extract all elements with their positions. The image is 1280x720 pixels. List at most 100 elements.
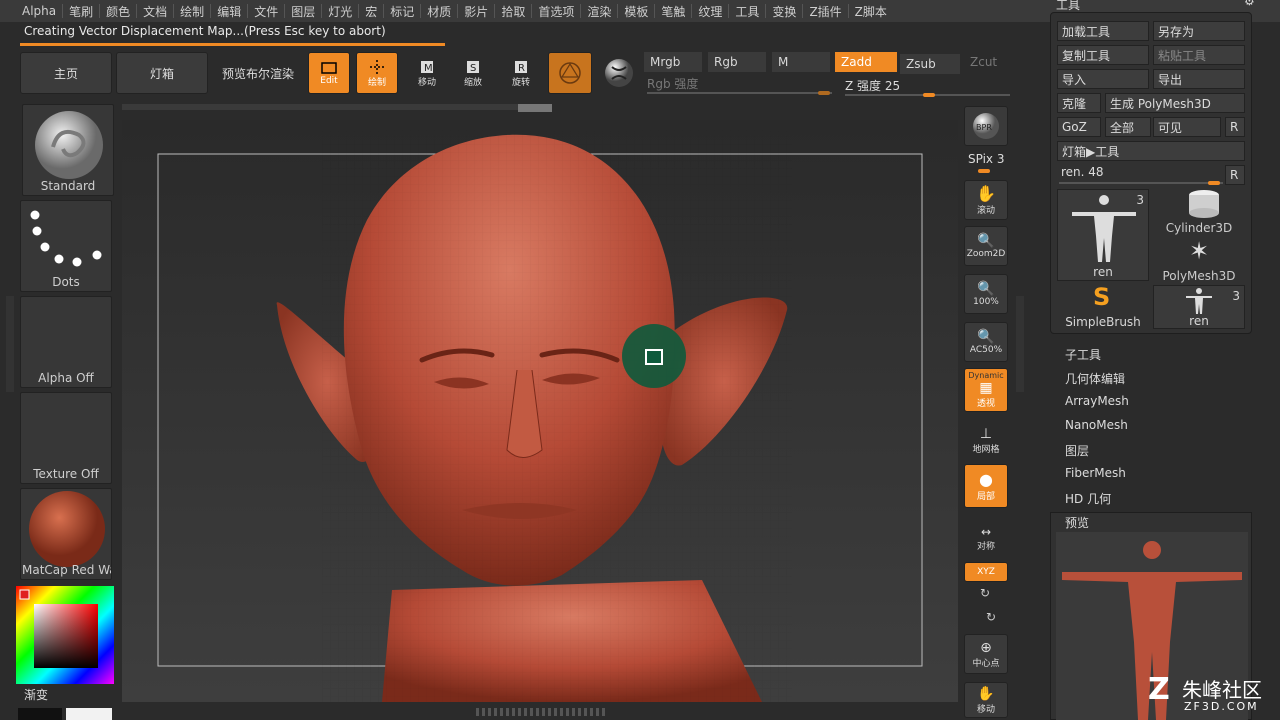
alpha-slot[interactable]: Alpha Off xyxy=(20,296,112,388)
save-as-button[interactable]: 另存为 xyxy=(1153,21,1245,41)
tool-thumb-ren-2[interactable]: 3 ren xyxy=(1153,285,1245,329)
subpanel-item[interactable]: NanoMesh xyxy=(1065,418,1128,432)
canvas-viewport[interactable] xyxy=(122,120,958,702)
ac50-button[interactable]: 🔍 AC50% xyxy=(964,322,1008,362)
zcut-button[interactable]: Zcut xyxy=(964,52,1003,72)
menu-item[interactable]: 编辑 xyxy=(211,3,247,20)
m-button[interactable]: M xyxy=(772,52,830,72)
subpanel-item[interactable]: FiberMesh xyxy=(1065,466,1126,480)
center-button[interactable]: ⊕ 中心点 xyxy=(964,634,1008,674)
subpanel-item[interactable]: HD 几何 xyxy=(1065,490,1111,507)
subpanel-item[interactable]: 子工具 xyxy=(1065,346,1101,363)
bottom-scroll-handle[interactable] xyxy=(476,708,606,716)
preview-render-button[interactable]: 预览布尔渲染 xyxy=(212,52,304,94)
color-picker[interactable] xyxy=(16,586,114,684)
draw-button[interactable]: 绘制 xyxy=(356,52,398,94)
tool-thumb-simplebrush[interactable]: S SimpleBrush xyxy=(1057,283,1149,329)
subpanel-item[interactable]: ArrayMesh xyxy=(1065,394,1129,408)
secondary-color-swatch[interactable] xyxy=(66,708,112,720)
menu-item[interactable]: Alpha xyxy=(16,4,62,18)
menu-item[interactable]: 笔刷 xyxy=(63,3,99,20)
menu-item[interactable]: 影片 xyxy=(458,3,494,20)
menu-item[interactable]: 首选项 xyxy=(532,3,580,20)
material-slot[interactable]: MatCap Red Wax xyxy=(20,488,112,580)
spix-slider[interactable] xyxy=(978,169,990,173)
goz-r-button[interactable]: R xyxy=(1225,117,1245,137)
rotate-button[interactable]: R 旋转 xyxy=(500,52,542,94)
zoom2d-button[interactable]: 🔍 Zoom2D xyxy=(964,226,1008,266)
xyz-button[interactable]: XYZ xyxy=(964,562,1008,582)
scale-button[interactable]: S 缩放 xyxy=(452,52,494,94)
goz-button[interactable]: GoZ xyxy=(1057,117,1101,137)
clone-button[interactable]: 克隆 xyxy=(1057,93,1101,113)
subpanel-item[interactable]: 图层 xyxy=(1065,442,1089,459)
zsub-button[interactable]: Zsub xyxy=(900,54,960,74)
brush-slot[interactable]: Standard xyxy=(22,104,114,196)
import-button[interactable]: 导入 xyxy=(1057,69,1149,89)
lightbox-button[interactable]: 灯箱 xyxy=(116,52,208,94)
menu-item[interactable]: 工具 xyxy=(729,3,765,20)
perspective-button[interactable]: Dynamic ▦ 透视 xyxy=(964,368,1008,412)
menu-item[interactable]: 变换 xyxy=(766,3,802,20)
material-sphere-button[interactable] xyxy=(548,52,592,94)
menu-item[interactable]: 颜色 xyxy=(100,3,136,20)
export-button[interactable]: 导出 xyxy=(1153,69,1245,89)
paste-tool-button[interactable]: 粘贴工具 xyxy=(1153,45,1245,65)
left-tray-handle[interactable] xyxy=(6,296,14,392)
tool-slider[interactable] xyxy=(1059,182,1223,184)
menu-item[interactable]: 纹理 xyxy=(692,3,728,20)
bpr-button[interactable]: BPR xyxy=(964,106,1008,146)
tool-r-button[interactable]: R xyxy=(1225,165,1245,185)
rgb-intensity-slider[interactable] xyxy=(647,92,832,94)
stroke-slot[interactable]: Dots xyxy=(20,200,112,292)
symmetry-button[interactable]: ↔ 对称 xyxy=(964,518,1008,558)
menu-item[interactable]: 宏 xyxy=(359,3,383,20)
menu-item[interactable]: 笔触 xyxy=(655,3,691,20)
menu-item[interactable]: 渲染 xyxy=(581,3,617,20)
menu-item[interactable]: 文档 xyxy=(137,3,173,20)
menu-item[interactable]: 图层 xyxy=(285,3,321,20)
goz-all-button[interactable]: 全部 xyxy=(1105,117,1151,137)
goz-visible-button[interactable]: 可见 xyxy=(1153,117,1221,137)
rotate-y-icon[interactable]: ↻ xyxy=(980,586,990,600)
menu-item[interactable]: 材质 xyxy=(421,3,457,20)
rgb-button[interactable]: Rgb xyxy=(708,52,766,72)
mrgb-button[interactable]: Mrgb xyxy=(644,52,702,72)
texture-slot[interactable]: Texture Off xyxy=(20,392,112,484)
tool-thumb-polymesh[interactable]: ✶ PolyMesh3D xyxy=(1153,237,1245,283)
floor-grid-button[interactable]: ⊥ 地网格 xyxy=(964,420,1008,460)
right-tray-handle[interactable] xyxy=(1016,296,1024,392)
tool-slider-knob[interactable] xyxy=(1208,181,1220,185)
tool-thumb-ren[interactable]: 3 ren xyxy=(1057,189,1149,281)
subpanel-item[interactable]: 几何体编辑 xyxy=(1065,370,1125,387)
load-tool-button[interactable]: 加载工具 xyxy=(1057,21,1149,41)
menu-item[interactable]: Z脚本 xyxy=(849,3,893,20)
gradient-sphere-button[interactable] xyxy=(598,52,640,94)
menu-item[interactable]: 灯光 xyxy=(322,3,358,20)
top-scroll-thumb[interactable] xyxy=(518,104,552,112)
edit-button[interactable]: Edit xyxy=(308,52,350,94)
rotate-z-icon[interactable]: ↻ xyxy=(986,610,996,624)
move-button[interactable]: M 移动 xyxy=(406,52,448,94)
copy-tool-button[interactable]: 复制工具 xyxy=(1057,45,1149,65)
home-button[interactable]: 主页 xyxy=(20,52,112,94)
zadd-button[interactable]: Zadd xyxy=(835,52,897,72)
lightbox-tool-button[interactable]: 灯箱▶工具 xyxy=(1057,141,1245,161)
panel-settings-icon[interactable]: ⚙ xyxy=(1244,0,1255,8)
menu-item[interactable]: 标记 xyxy=(384,3,420,20)
menu-item[interactable]: 文件 xyxy=(248,3,284,20)
tool-thumb-cylinder[interactable]: Cylinder3D xyxy=(1153,189,1245,235)
menu-item[interactable]: 绘制 xyxy=(174,3,210,20)
scroll-button[interactable]: ✋ 滚动 xyxy=(964,180,1008,220)
menu-item[interactable]: 拾取 xyxy=(495,3,531,20)
move-view-button[interactable]: ✋ 移动 xyxy=(964,682,1008,718)
main-color-swatch[interactable] xyxy=(18,708,62,720)
make-polymesh-button[interactable]: 生成 PolyMesh3D xyxy=(1105,93,1245,113)
menu-item[interactable]: Z插件 xyxy=(803,3,847,20)
top-scroll-track[interactable] xyxy=(122,104,552,110)
z-intensity-knob[interactable] xyxy=(923,93,935,97)
rgb-intensity-knob[interactable] xyxy=(818,91,830,95)
actual-size-button[interactable]: 🔍 100% xyxy=(964,274,1008,314)
local-button[interactable]: ● 局部 xyxy=(964,464,1008,508)
menu-item[interactable]: 模板 xyxy=(618,3,654,20)
